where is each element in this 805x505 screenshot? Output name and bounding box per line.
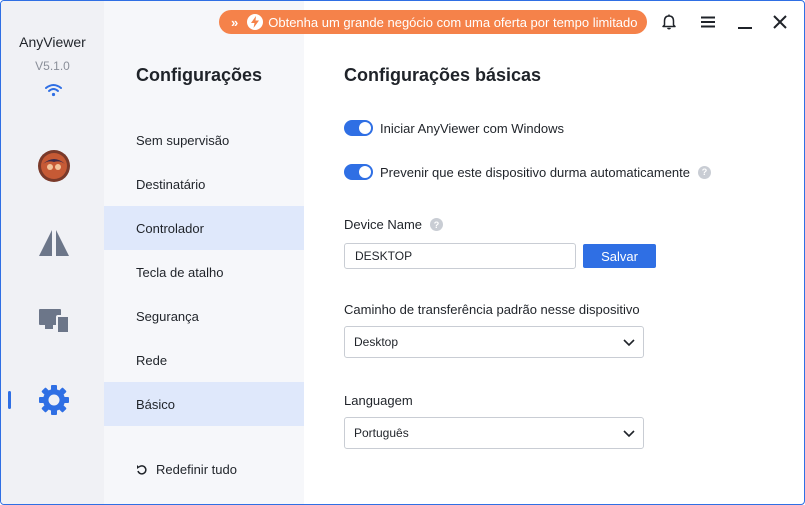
- language-value: Português: [354, 426, 409, 440]
- settings-nav: Configurações Sem supervisão Destinatári…: [104, 1, 304, 504]
- page-title: Configurações básicas: [344, 65, 542, 85]
- language-select[interactable]: Português: [344, 417, 644, 449]
- transfer-path-value: Desktop: [354, 335, 399, 349]
- close-icon[interactable]: [770, 12, 790, 32]
- nav-item-basico[interactable]: Básico: [104, 382, 304, 426]
- nav-item-seguranca[interactable]: Segurança: [104, 294, 304, 338]
- language-label: Languagem: [344, 393, 413, 408]
- reset-all-label: Redefinir tudo: [156, 462, 237, 477]
- lightning-icon: [247, 14, 264, 30]
- devices-icon[interactable]: [34, 301, 74, 341]
- promo-banner[interactable]: » Obtenha um grande negócio com uma ofer…: [219, 10, 647, 34]
- nav-title: Configurações: [136, 65, 263, 85]
- app-window: AnyViewer V5.1.0 Configurações Sem super…: [0, 0, 805, 505]
- avatar[interactable]: [34, 146, 74, 186]
- connect-icon[interactable]: [34, 223, 74, 263]
- device-name-row: Device Name ?: [344, 217, 444, 232]
- nav-item-rede[interactable]: Rede: [104, 338, 304, 382]
- transfer-path-select[interactable]: Desktop: [344, 326, 644, 358]
- start-with-windows-label: Iniciar AnyViewer com Windows: [380, 120, 564, 136]
- transfer-path-label: Caminho de transferência padrão nesse di…: [344, 302, 640, 317]
- nav-item-sem-supervisao[interactable]: Sem supervisão: [104, 118, 304, 162]
- promo-text: Obtenha um grande negócio com uma oferta…: [268, 14, 638, 30]
- bell-icon[interactable]: [659, 12, 679, 32]
- wifi-icon: [45, 84, 62, 97]
- reset-all-button[interactable]: Redefinir tudo: [136, 462, 237, 477]
- device-name-label: Device Name: [344, 217, 423, 232]
- chevron-down-icon: [623, 430, 635, 438]
- save-button[interactable]: Salvar: [583, 244, 656, 268]
- help-icon[interactable]: ?: [698, 165, 711, 179]
- settings-icon[interactable]: [34, 380, 74, 420]
- nav-item-tecla-de-atalho[interactable]: Tecla de atalho: [104, 250, 304, 294]
- prevent-sleep-row: Prevenir que este dispositivo durma auto…: [344, 164, 711, 180]
- chevrons-icon: »: [231, 14, 239, 30]
- nav-item-destinatario[interactable]: Destinatário: [104, 162, 304, 206]
- reset-icon: [137, 464, 147, 475]
- prevent-sleep-label: Prevenir que este dispositivo durma auto…: [380, 164, 690, 180]
- help-icon[interactable]: ?: [430, 218, 444, 231]
- device-name-input[interactable]: [344, 243, 576, 269]
- minimize-icon[interactable]: [735, 12, 755, 32]
- app-name: AnyViewer: [19, 34, 86, 50]
- start-with-windows-toggle[interactable]: [344, 120, 373, 136]
- nav-item-controlador[interactable]: Controlador: [104, 206, 304, 250]
- app-version: V5.1.0: [35, 59, 70, 73]
- menu-icon[interactable]: [698, 12, 718, 32]
- prevent-sleep-toggle[interactable]: [344, 164, 373, 180]
- active-indicator: [8, 391, 11, 409]
- left-rail: AnyViewer V5.1.0: [1, 1, 104, 504]
- chevron-down-icon: [623, 339, 635, 347]
- start-with-windows-row: Iniciar AnyViewer com Windows: [344, 120, 564, 136]
